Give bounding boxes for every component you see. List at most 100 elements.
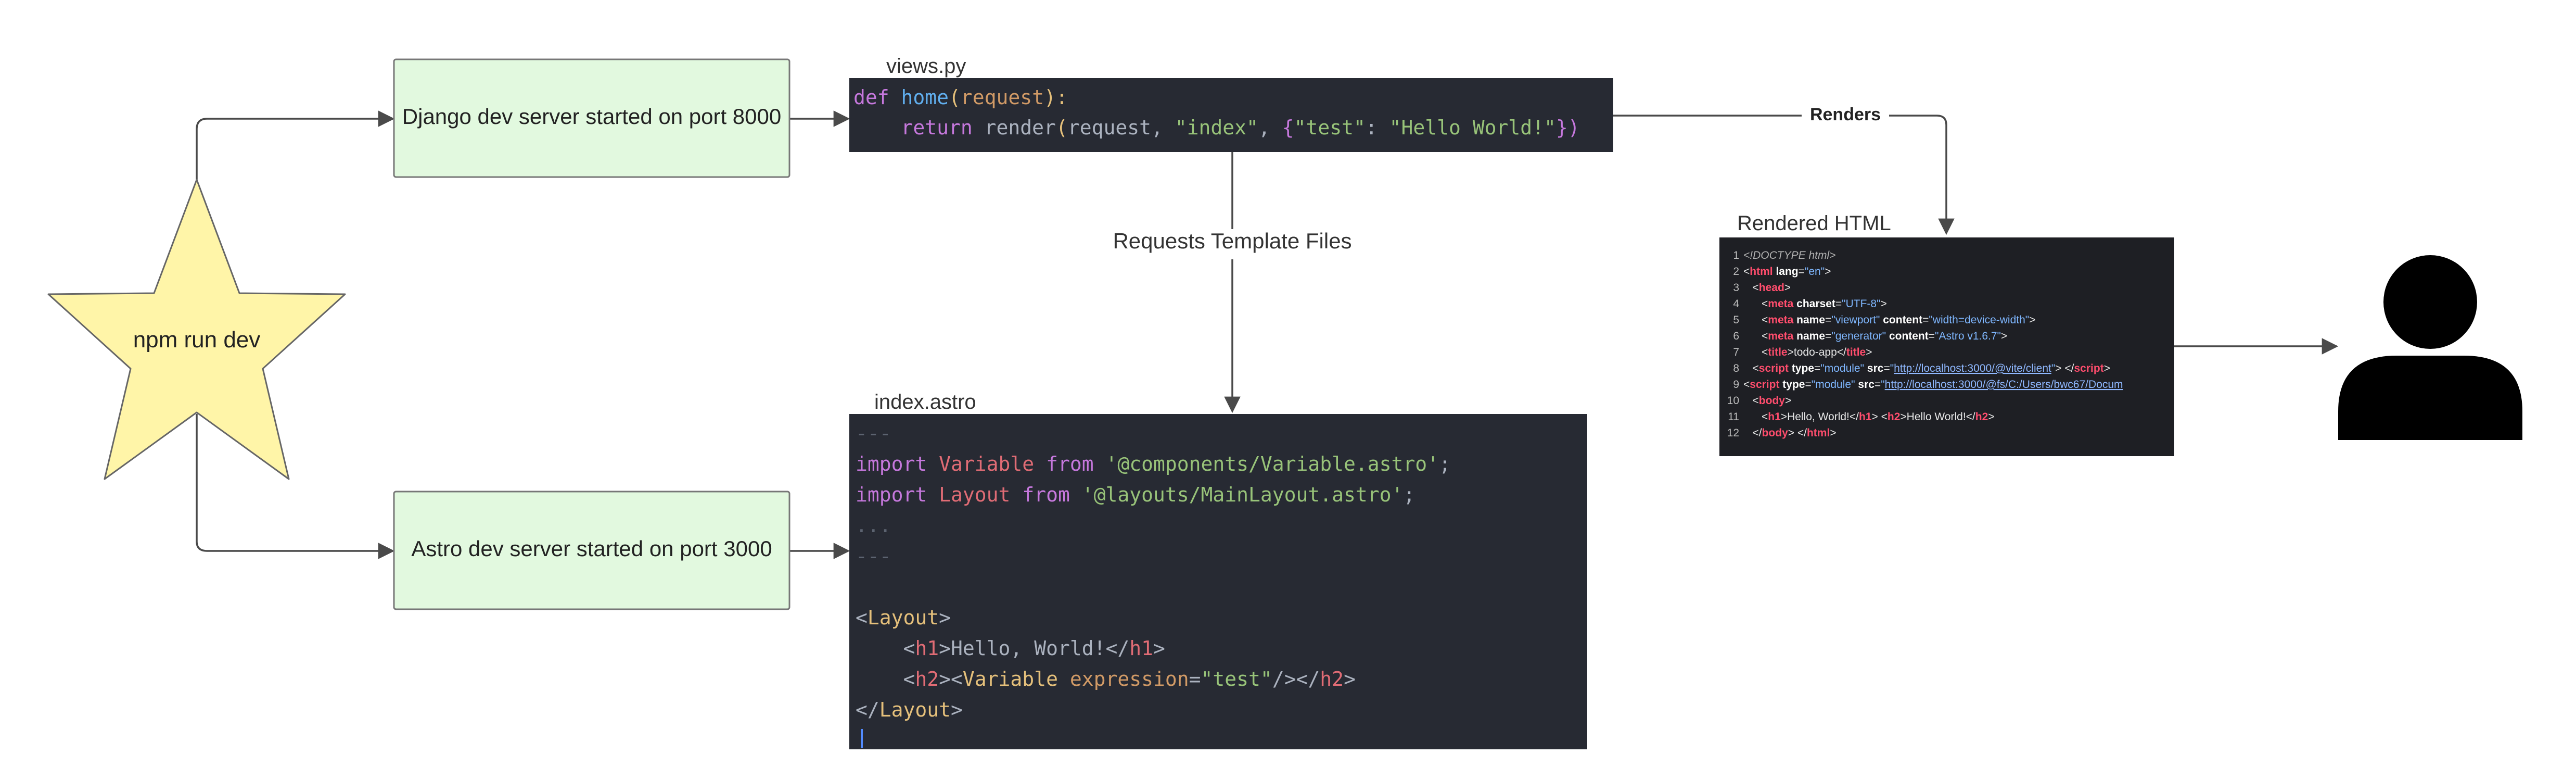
line-number: 2 — [1733, 266, 1739, 278]
code-token: return — [853, 116, 985, 139]
code-token: "width=device-width" — [1929, 314, 2029, 326]
code-token: > — [2104, 362, 2110, 374]
code-line: <html lang="en"> — [1743, 266, 1831, 278]
code-token: Layout — [868, 606, 939, 629]
index-astro-node[interactable]: index.astro --- import Variable from '@co… — [849, 391, 1587, 749]
code-token: < — [1743, 362, 1759, 374]
code-token: Layout — [879, 698, 951, 721]
rendered-html-node[interactable]: Rendered HTML 1 <!DOCTYPE html>2 <html lan… — [1719, 212, 2174, 456]
line-number: 6 — [1733, 330, 1739, 342]
code-token: "index" — [1175, 116, 1258, 139]
code-token: lang — [1776, 266, 1798, 278]
code-token: "en" — [1805, 266, 1825, 278]
code-token: "viewport" — [1831, 314, 1880, 326]
code-token: > — [1785, 395, 1791, 407]
code-token: ; — [1403, 483, 1415, 506]
code-token: h1 — [1859, 411, 1872, 423]
code-token: ( — [1056, 116, 1068, 139]
code-token: charset — [1796, 298, 1835, 310]
code-token: }) — [1556, 116, 1580, 139]
code-token: < — [1743, 282, 1759, 294]
django-server-label: Django dev server started on port 8000 — [402, 104, 781, 129]
code-token: script — [1750, 379, 1779, 391]
code-token: html — [1750, 266, 1772, 278]
code-token: "Hello World!" — [1389, 116, 1556, 139]
line-number: 9 — [1733, 379, 1739, 391]
code-token: { — [1282, 116, 1294, 139]
code-token: > — [1900, 411, 1906, 423]
code-token: > — [1344, 668, 1356, 690]
code-token: > — [1988, 411, 1994, 423]
code-token: "module" — [1820, 362, 1864, 374]
code-token: Variable — [963, 668, 1070, 690]
code-line: ... — [856, 514, 891, 537]
code-token: = — [1805, 379, 1811, 391]
code-line: <h2><Variable expression="test"/></h2> — [856, 668, 1356, 690]
code-token: title — [1768, 346, 1787, 358]
code-token: Hello, World! — [951, 637, 1105, 660]
code-token: </ — [1105, 637, 1129, 660]
code-token: h2 — [1975, 411, 1988, 423]
code-line: --- — [856, 545, 891, 568]
code-token: expression — [1070, 668, 1189, 690]
code-token: > — [939, 637, 951, 660]
line-number: 3 — [1733, 282, 1739, 294]
edge-label-requests-template-files: Requests Template Files — [1113, 229, 1351, 253]
code-token: type — [1792, 362, 1814, 374]
code-token: > — [1788, 346, 1794, 358]
code-token: ... — [856, 514, 891, 537]
django-server-node[interactable]: Django dev server started on port 8000 — [393, 58, 790, 178]
line-number: 8 — [1733, 362, 1739, 374]
code-token: = — [1883, 362, 1890, 374]
rendered-html-title: Rendered HTML — [1737, 212, 1891, 235]
code-line: <meta name="viewport" content="width=dev… — [1743, 314, 2036, 326]
code-token: " — [1890, 362, 1894, 374]
line-number: 7 — [1733, 346, 1739, 358]
code-token: Variable — [939, 453, 1046, 475]
code-token: import — [856, 453, 939, 475]
code-token: > — [1830, 427, 1836, 439]
code-token: name — [1796, 314, 1825, 326]
code-token: /></ — [1272, 668, 1320, 690]
code-token: > — [2029, 314, 2035, 326]
code-token: < — [856, 637, 915, 660]
code-token: > — [2001, 330, 2007, 342]
line-number: 12 — [1727, 427, 1739, 439]
code-token: "UTF-8" — [1842, 298, 1880, 310]
edge-start-to-django[interactable] — [196, 110, 395, 180]
code-token: head — [1759, 282, 1784, 294]
code-token: > < — [1872, 411, 1888, 423]
code-token: < — [1743, 298, 1768, 310]
code-token: = — [1929, 330, 1935, 342]
code-line: <h1>Hello, World!</h1> <h2>Hello World!<… — [1743, 411, 1995, 423]
code-token: h1 — [1768, 411, 1781, 423]
user-icon[interactable] — [2338, 255, 2522, 440]
code-token: " — [1881, 379, 1884, 391]
code-token: Hello World! — [1907, 411, 1966, 423]
code-line: --- — [856, 422, 891, 445]
code-token: '@layouts/MainLayout.astro' — [1082, 483, 1404, 506]
views-py-node[interactable]: views.py def home(request): return rende… — [849, 55, 1613, 152]
code-token: > — [1781, 411, 1787, 423]
code-token: > </ — [1788, 427, 1807, 439]
code-token: = — [1799, 266, 1805, 278]
code-token: > — [1881, 298, 1887, 310]
code-token: </ — [1850, 411, 1859, 423]
code-line: </body> </html> — [1743, 427, 1837, 439]
code-token: , — [1258, 116, 1282, 139]
start-node-label: npm run dev — [133, 327, 261, 353]
code-token: < — [1743, 379, 1750, 391]
code-token: = — [1189, 668, 1201, 690]
code-token: script — [2074, 362, 2104, 374]
astro-server-node[interactable]: Astro dev server started on port 3000 — [393, 491, 790, 610]
code-token: home — [901, 86, 949, 109]
code-token: import — [856, 483, 939, 506]
code-token: </ — [1966, 411, 1975, 423]
code-token: title — [1846, 346, 1866, 358]
code-token: h2 — [1888, 411, 1901, 423]
code-line: <script type="module" src="http://localh… — [1743, 379, 2123, 391]
line-number: 10 — [1727, 395, 1739, 407]
code-line: <head> — [1743, 282, 1791, 294]
code-token: body — [1759, 395, 1785, 407]
code-token: h2 — [1320, 668, 1344, 690]
